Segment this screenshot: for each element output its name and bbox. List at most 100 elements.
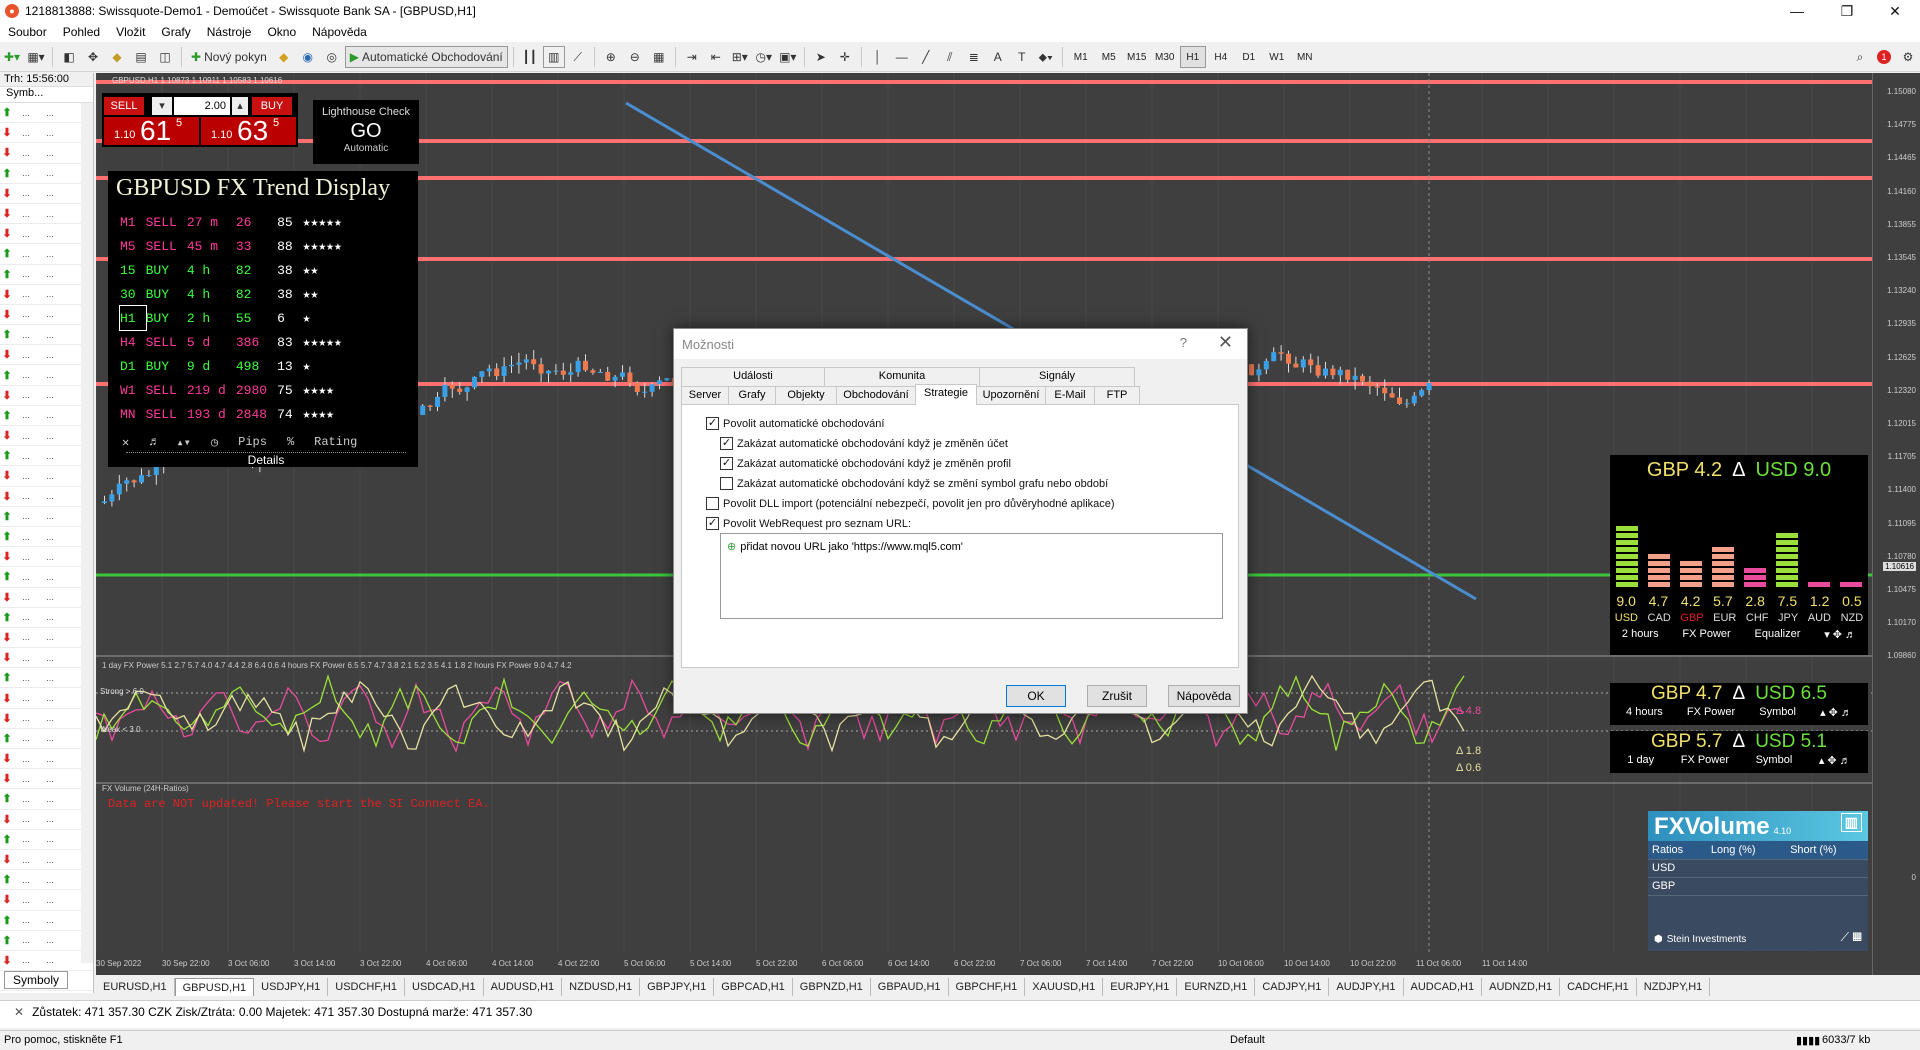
cancel-button[interactable]: Zrušit <box>1087 685 1147 707</box>
terminal-close-icon[interactable]: ✕ <box>14 1005 24 1019</box>
menu-vlozit[interactable]: Vložit <box>108 22 153 42</box>
chart-tab[interactable]: USDJPY,H1 <box>254 978 329 996</box>
market-watch-row[interactable]: ⬆...... <box>0 265 93 285</box>
dialog-tab-2[interactable]: Objekty <box>775 386 837 405</box>
market-watch-row[interactable]: ⬆...... <box>0 567 93 588</box>
timeframe-m15[interactable]: M15 <box>1124 46 1150 68</box>
chart-tab[interactable]: GBPNZD,H1 <box>793 978 871 996</box>
market-watch-row[interactable]: ⬇...... <box>0 285 93 305</box>
market-watch-row[interactable]: ⬆...... <box>0 406 93 426</box>
dialog-tab-3[interactable]: Obchodování <box>836 386 916 405</box>
dialog-tab-top[interactable]: Události <box>681 367 825 386</box>
text-icon[interactable]: A <box>987 46 1009 68</box>
dialog-close-icon[interactable]: ✕ <box>1218 332 1233 353</box>
chart-tab[interactable]: EURUSD,H1 <box>96 978 175 996</box>
chart-tab[interactable]: XAUUSD,H1 <box>1025 978 1104 996</box>
option-checkbox[interactable]: Povolit DLL import (potenciální nebezpeč… <box>706 497 1115 510</box>
chart-tab[interactable]: EURJPY,H1 <box>1103 978 1178 996</box>
chart-shift-icon[interactable]: ⇤ <box>705 46 727 68</box>
horizontal-line-icon[interactable]: — <box>891 46 913 68</box>
market-watch-scrollbar[interactable] <box>81 103 93 963</box>
fxvolume-tools-icon[interactable]: ⟋ ▦ <box>1841 930 1862 945</box>
option-checkbox[interactable]: ✓ Zakázat automatické obchodování když je… <box>720 457 1011 470</box>
market-watch-row[interactable]: ⬆...... <box>0 325 93 346</box>
market-watch-row[interactable]: ⬇...... <box>0 426 93 447</box>
chart-tab[interactable]: GBPAUD,H1 <box>871 978 949 996</box>
trend-row[interactable]: D1 BUY 9 d 498 13 ★ <box>120 354 352 378</box>
zoom-out-icon[interactable]: ⊖ <box>624 46 646 68</box>
market-watch-row[interactable]: ⬆...... <box>0 244 93 265</box>
minimize-button[interactable]: — <box>1774 0 1820 22</box>
timeframe-w1[interactable]: W1 <box>1264 46 1290 68</box>
help-button[interactable]: Nápověda <box>1168 685 1240 707</box>
pips-label[interactable]: Pips <box>238 435 267 450</box>
market-watch-row[interactable]: ⬇...... <box>0 466 93 487</box>
option-checkbox[interactable]: Zakázat automatické obchodování když se … <box>720 477 1108 490</box>
dialog-tab-top[interactable]: Signály <box>979 367 1135 386</box>
timeframe-h1[interactable]: H1 <box>1179 46 1206 68</box>
chart-tab[interactable]: GBPUSD,H1 <box>174 978 255 996</box>
chart-tab[interactable]: AUDCAD,H1 <box>1404 978 1483 996</box>
tab-symbols[interactable]: Symboly <box>4 971 69 989</box>
lot-size-input[interactable]: 2.00 <box>174 97 230 115</box>
market-watch-column-symbol[interactable]: Symb... <box>0 87 93 103</box>
trend-row[interactable]: H1 BUY 2 h 55 6 ★ <box>119 305 352 331</box>
trend-row[interactable]: 30 BUY 4 h 82 38 ★★ <box>120 282 352 306</box>
market-watch-row[interactable]: ⬇...... <box>0 588 93 608</box>
trend-row[interactable]: MN SELL 193 d 2848 74 ★★★★ <box>120 402 352 426</box>
tile-windows-icon[interactable]: ▦ <box>648 46 670 68</box>
market-watch-row[interactable]: ⬇...... <box>0 951 93 972</box>
market-watch-row[interactable]: ⬆...... <box>0 830 93 850</box>
lot-up-icon[interactable]: ▴ <box>232 97 248 115</box>
market-watch-row[interactable]: ⬇...... <box>0 769 93 790</box>
menu-napoveda[interactable]: Nápověda <box>304 22 375 42</box>
dialog-tab-1[interactable]: Grafy <box>728 386 776 405</box>
menu-nastroje[interactable]: Nástroje <box>199 22 260 42</box>
trend-row[interactable]: H4 SELL 5 d 386 83 ★★★★★ <box>120 330 352 354</box>
eq-footer-mode[interactable]: Equalizer <box>1755 628 1801 641</box>
market-watch-row[interactable]: ⬇...... <box>0 709 93 729</box>
market-watch-row[interactable]: ⬇...... <box>0 224 93 245</box>
market-watch-row[interactable]: ⬆...... <box>0 608 93 628</box>
navigator-icon[interactable]: ✥ <box>82 46 104 68</box>
trend-row[interactable]: W1 SELL 219 d 2980 75 ★★★★ <box>120 378 352 402</box>
chart-tab[interactable]: NZDJPY,H1 <box>1637 978 1711 996</box>
market-watch-row[interactable]: ⬇...... <box>0 810 93 830</box>
dialog-tab-0[interactable]: Server <box>681 386 729 405</box>
market-watch-row[interactable]: ⬆...... <box>0 668 93 689</box>
timeframe-mn[interactable]: MN <box>1292 46 1318 68</box>
checkbox-checked-icon[interactable]: ✓ <box>720 457 733 470</box>
auto-trading-button[interactable]: ▶ Automatické Obchodování <box>344 46 508 68</box>
terminal-icon[interactable]: ▤ <box>130 46 152 68</box>
dialog-tab-6[interactable]: E-Mail <box>1045 386 1095 405</box>
fxvolume-chart-icon[interactable]: ▥ <box>1840 813 1862 832</box>
shapes-icon[interactable]: ⬥▾ <box>1035 46 1057 68</box>
bar-chart-icon[interactable]: ┃┃ <box>519 46 541 68</box>
indicators-icon[interactable]: ⊞▾ <box>729 46 751 68</box>
market-watch-row[interactable]: ⬆...... <box>0 911 93 931</box>
market-watch-row[interactable]: ⬇...... <box>0 386 93 406</box>
trend-line-icon[interactable]: ╱ <box>915 46 937 68</box>
dialog-tab-4[interactable]: Strategie <box>915 384 977 405</box>
trend-row[interactable]: M5 SELL 45 m 33 88 ★★★★★ <box>120 234 352 258</box>
periods-icon[interactable]: ◷▾ <box>753 46 775 68</box>
sort-icon[interactable]: ▴▾ <box>176 435 190 450</box>
fibonacci-icon[interactable]: ≣ <box>963 46 985 68</box>
price-scale[interactable]: 1.15080 1.14775 1.14465 1.14160 1.13855 1.135… <box>1872 73 1920 975</box>
line-chart-icon[interactable]: ⟋ <box>567 46 589 68</box>
timeframe-m1[interactable]: M1 <box>1068 46 1094 68</box>
market-watch-row[interactable]: ⬇...... <box>0 628 93 649</box>
market-watch-row[interactable]: ⬇...... <box>0 305 93 326</box>
maximize-button[interactable]: ❐ <box>1824 0 1870 22</box>
market-watch-row[interactable]: ⬇...... <box>0 850 93 871</box>
chart-tab[interactable]: USDCAD,H1 <box>405 978 484 996</box>
new-order-button[interactable]: ✚ Nový pokyn <box>187 46 271 68</box>
checkbox-unchecked-icon[interactable] <box>706 497 719 510</box>
market-watch-row[interactable]: ⬆...... <box>0 103 93 124</box>
checkbox-checked-icon[interactable]: ✓ <box>706 517 719 530</box>
checkbox-checked-icon[interactable]: ✓ <box>706 417 719 430</box>
chart-tab[interactable]: GBPJPY,H1 <box>640 978 715 996</box>
new-chart-icon[interactable]: ✚▾ <box>1 46 23 68</box>
timeframe-m30[interactable]: M30 <box>1152 46 1178 68</box>
vertical-line-icon[interactable]: │ <box>867 46 889 68</box>
